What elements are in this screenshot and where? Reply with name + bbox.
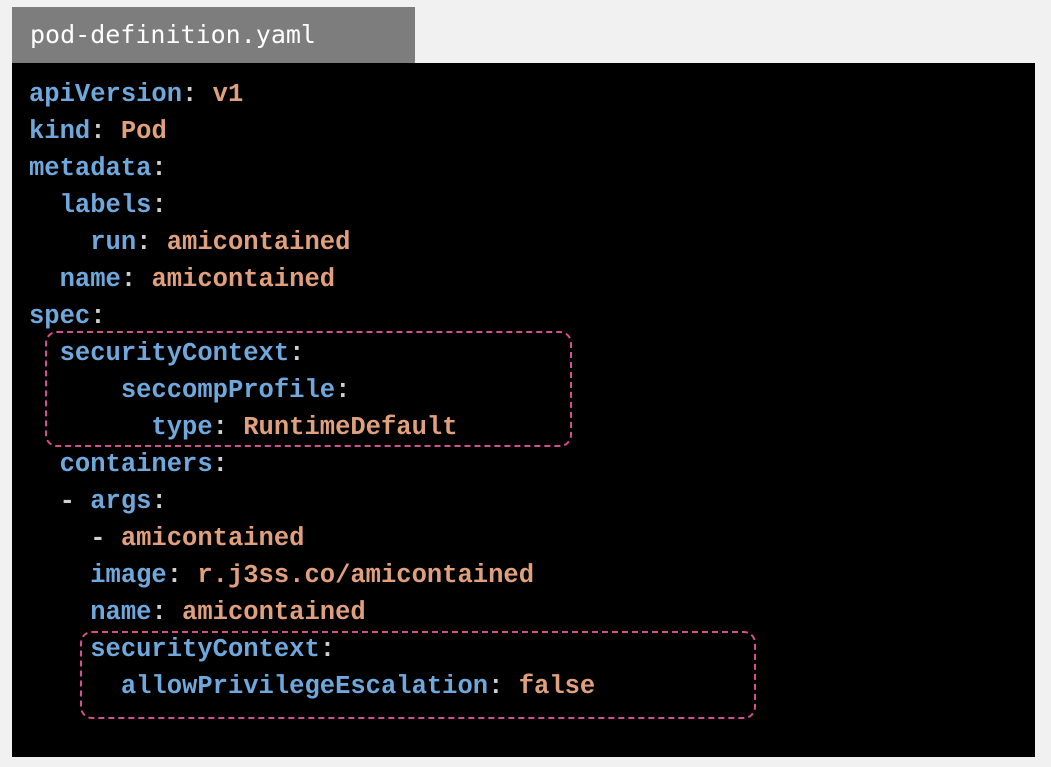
yaml-colon: : — [120, 265, 137, 294]
code-line: containers: — [29, 446, 595, 483]
code-line: name: amicontained — [29, 594, 595, 631]
code-line: metadata: — [29, 150, 595, 187]
yaml-value: amicontained — [151, 228, 351, 257]
yaml-key: apiVersion — [29, 80, 183, 109]
code-panel: apiVersion: v1 kind: Pod metadata: labels:… — [12, 63, 1035, 757]
yaml-value: Pod — [105, 117, 167, 146]
yaml-key: kind — [29, 117, 91, 146]
yaml-key: spec — [29, 302, 91, 331]
yaml-colon: : — [151, 154, 167, 183]
yaml-value: RuntimeDefault — [227, 413, 458, 442]
yaml-value: r.j3ss.co/amicontained — [182, 561, 535, 590]
yaml-value: amicontained — [120, 524, 305, 553]
yaml-value: amicontained — [136, 265, 336, 294]
code-line: securityContext: — [29, 631, 595, 668]
yaml-key: image — [90, 561, 167, 590]
yaml-value: amicontained — [166, 598, 366, 627]
code-line: kind: Pod — [29, 113, 595, 150]
code-line: labels: — [29, 187, 595, 224]
yaml-code-block: apiVersion: v1 kind: Pod metadata: labels:… — [29, 76, 595, 705]
yaml-key: name — [90, 598, 152, 627]
code-line: - amicontained — [29, 520, 595, 557]
yaml-key: run — [90, 228, 137, 257]
yaml-colon: : — [136, 228, 152, 257]
yaml-colon: : — [151, 598, 167, 627]
code-line: type: RuntimeDefault — [29, 409, 595, 446]
yaml-colon: : — [289, 339, 305, 368]
file-tab-label: pod-definition.yaml — [30, 20, 316, 49]
yaml-key: seccompProfile — [120, 376, 336, 405]
code-line: image: r.j3ss.co/amicontained — [29, 557, 595, 594]
code-line: apiVersion: v1 — [29, 76, 595, 113]
code-indent: - — [29, 487, 91, 516]
code-line: seccompProfile: — [29, 372, 595, 409]
yaml-colon: : — [90, 117, 106, 146]
yaml-key: type — [151, 413, 213, 442]
yaml-key: args — [90, 487, 152, 516]
yaml-colon: : — [182, 80, 198, 109]
yaml-colon: : — [488, 672, 504, 701]
yaml-colon: : — [151, 191, 167, 220]
yaml-colon: : — [151, 487, 167, 516]
yaml-key: containers — [59, 450, 213, 479]
yaml-colon: : — [166, 561, 183, 590]
code-line: - args: — [29, 483, 595, 520]
yaml-colon: : — [212, 413, 228, 442]
yaml-key: allowPrivilegeEscalation — [120, 672, 489, 701]
yaml-colon: : — [335, 376, 351, 405]
yaml-key: securityContext — [90, 635, 320, 664]
yaml-colon: : — [212, 450, 228, 479]
yaml-colon: : — [319, 635, 336, 664]
yaml-value: false — [503, 672, 596, 701]
yaml-key: securityContext — [59, 339, 290, 368]
yaml-key: metadata — [29, 154, 152, 183]
code-line: spec: — [29, 298, 595, 335]
code-line: securityContext: — [29, 335, 595, 372]
code-line: name: amicontained — [29, 261, 595, 298]
file-tab[interactable]: pod-definition.yaml — [12, 7, 415, 63]
code-indent: - — [29, 524, 121, 553]
yaml-key: labels — [59, 191, 152, 220]
code-line: allowPrivilegeEscalation: false — [29, 668, 595, 705]
yaml-colon: : — [90, 302, 106, 331]
yaml-value: v1 — [197, 80, 244, 109]
yaml-key: name — [59, 265, 121, 294]
code-line: run: amicontained — [29, 224, 595, 261]
